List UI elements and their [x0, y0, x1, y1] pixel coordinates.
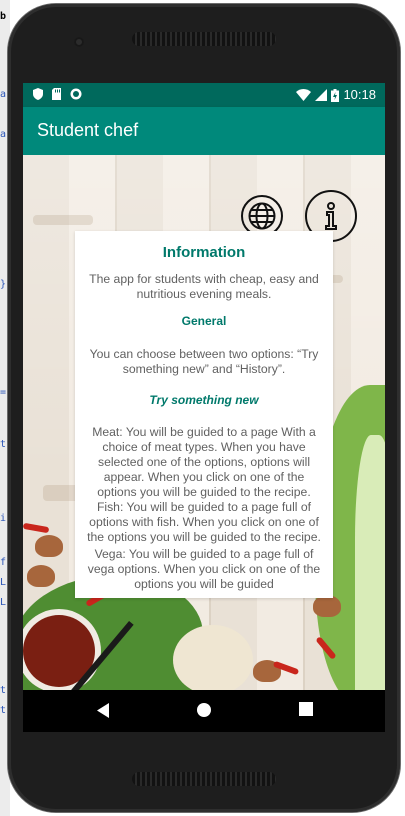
bottom-speaker [132, 772, 276, 786]
app-bar: Student chef [23, 107, 385, 155]
background-cabbage-stem [355, 435, 385, 690]
background-chili [23, 522, 50, 534]
info-icon [325, 202, 337, 230]
phone-frame: 10:18 Student chef Information The app f… [8, 4, 400, 812]
meat-text: Meat: You will be guided to a page With … [92, 425, 316, 499]
recents-icon[interactable] [299, 702, 313, 716]
information-dialog[interactable]: Information The app for students with ch… [75, 231, 333, 598]
content-area: Information The app for students with ch… [23, 155, 385, 690]
globe-icon [248, 202, 276, 230]
signal-icon [315, 89, 328, 101]
general-heading: General [181, 314, 227, 328]
dialog-intro-text: The app for students with cheap, easy an… [89, 272, 319, 301]
circle-icon [70, 88, 82, 100]
wifi-icon [296, 89, 312, 101]
device-screen: 10:18 Student chef Information The app f… [23, 83, 385, 732]
dialog-title: Information [162, 244, 246, 261]
battery-icon [331, 88, 340, 102]
top-speaker [132, 32, 276, 46]
background-noodles [173, 625, 253, 690]
navigation-bar [23, 690, 385, 732]
try-something-new-heading: Try something new [149, 393, 259, 407]
general-text: You can choose between two options: “Try… [89, 347, 319, 376]
back-icon[interactable] [95, 702, 111, 719]
status-bar: 10:18 [23, 83, 385, 107]
status-time: 10:18 [343, 87, 376, 102]
front-camera [74, 37, 84, 47]
background-wood [33, 215, 93, 225]
sd-card-icon [52, 88, 61, 100]
background-mushroom [27, 565, 55, 587]
background-mushroom [313, 595, 341, 617]
vega-text: Vega: You will be guided to a page full … [87, 547, 321, 591]
shield-icon [33, 88, 43, 100]
fish-text: Fish: You will be guided to a page full … [87, 500, 321, 544]
home-icon[interactable] [196, 702, 212, 718]
app-title: Student chef [37, 120, 139, 140]
background-mushroom [35, 535, 63, 557]
